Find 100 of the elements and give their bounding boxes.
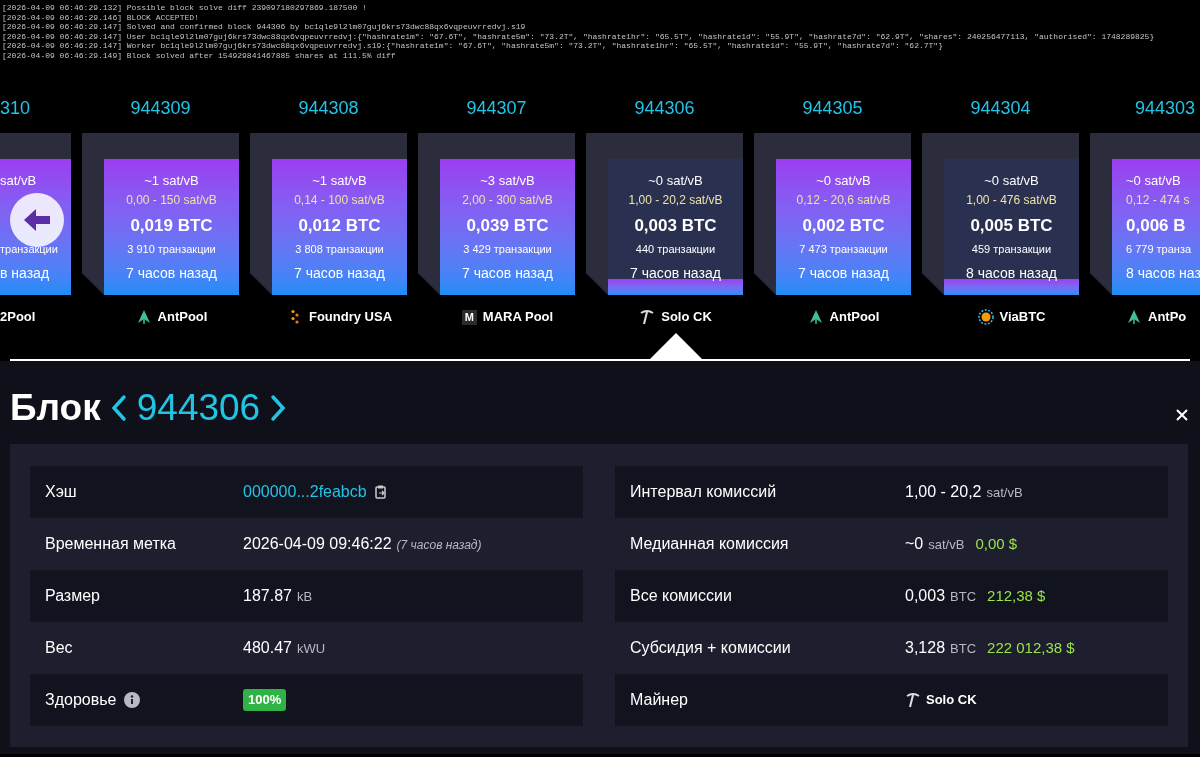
pool-name: Solo CK bbox=[661, 308, 712, 327]
fee-range: 0,12 - 20,6 sat/vB bbox=[796, 192, 891, 209]
transaction-count: 440 транзакции bbox=[635, 242, 716, 257]
block-height: 944303 bbox=[1134, 98, 1196, 118]
unit-label: sat/vB bbox=[928, 536, 965, 554]
field-label: Хэш bbox=[45, 482, 77, 502]
block-height: 944309 bbox=[130, 98, 191, 118]
block-reward: 0,039 BTC bbox=[466, 215, 549, 237]
block-face[interactable]: ~0 sat/vB 0,12 - 474 s 0,006 B 6 779 транза 8 часов наз bbox=[1112, 159, 1200, 295]
transaction-count: 3 429 транзакции bbox=[463, 242, 552, 257]
field-value: 0,003 bbox=[905, 586, 946, 606]
unit-label: BTC bbox=[950, 640, 977, 658]
block-reward: 0,019 BTC bbox=[130, 215, 213, 237]
field-value: 480.47 bbox=[243, 638, 292, 658]
fee-rate: ~0 sat/vB bbox=[984, 172, 1039, 190]
fee-range: 0,00 - 150 sat/vB bbox=[126, 192, 217, 209]
block-reward: 0,002 BTC bbox=[802, 215, 885, 237]
next-icon[interactable] bbox=[270, 393, 287, 422]
fee-range: 1,00 - 476 sat/vB bbox=[966, 192, 1057, 209]
block-age: в назад bbox=[0, 264, 50, 283]
field-value: 1,00 - 20,2 bbox=[905, 482, 982, 502]
block-age: 8 часов назад bbox=[966, 264, 1057, 283]
field-label: Медианная комиссия bbox=[630, 534, 789, 554]
fee-range: 0,12 - 474 s bbox=[1126, 192, 1190, 209]
unit-label: kWU bbox=[296, 640, 326, 658]
transaction-count: 6 779 транза bbox=[1126, 242, 1192, 257]
fee-rate: ~3 sat/vB bbox=[480, 172, 535, 190]
arrow-up-icon bbox=[807, 309, 824, 325]
block-reward: 0,003 BTC bbox=[634, 215, 717, 237]
unit-label: BTC bbox=[950, 588, 977, 606]
fee-rate: ~0 sat/vB bbox=[648, 172, 703, 190]
info-icon[interactable] bbox=[124, 692, 141, 708]
transaction-count: 3 910 транзакции bbox=[127, 242, 216, 257]
block-reward: 0,012 BTC bbox=[298, 215, 381, 237]
field-label: Все комиссии bbox=[630, 586, 732, 606]
field-label: Здоровье bbox=[45, 690, 117, 710]
fiat-value: 0,00 $ bbox=[975, 534, 1018, 554]
block-number: 944306 bbox=[136, 385, 261, 430]
block-age: 7 часов назад bbox=[630, 264, 721, 283]
log-line: [2026-04-09 06:46:29.147] Worker bc1qle9l2lm07guj6krs73dwc88qx6vqpeuvrredvj.s19:{"hashrate1m": "67.6T", "hashrate5m": "73.2T", "hashrate1hr": "65.5T", "hashrate1d": "55.9T", "hashrate7d": "62.7T"} bbox=[2, 41, 943, 51]
relative-time: (7 часов назад) bbox=[396, 537, 482, 554]
log-line: [2026-04-09 06:46:29.132] Possible block solve diff 239097180297869.187500 ! bbox=[2, 3, 367, 13]
pickaxe-icon bbox=[905, 692, 921, 708]
block-age: 7 часов назад bbox=[798, 264, 889, 283]
copy-icon[interactable] bbox=[374, 485, 387, 499]
block-reward: 0,006 B bbox=[1126, 215, 1186, 237]
block-face[interactable]: ~1 sat/vB 0,14 - 100 sat/vB 0,012 BTC 3 808 транзакции 7 часов назад bbox=[272, 159, 407, 295]
pool-name: AntPool bbox=[157, 308, 208, 327]
field-label: Временная метка bbox=[45, 534, 176, 554]
block-age: 7 часов назад bbox=[126, 264, 217, 283]
log-line: [2026-04-09 06:46:29.147] Solved and confirmed block 944306 by bc1qle9l2lm07guj6krs73dwc88qx6vqpeuvrredvj.s19 bbox=[2, 22, 526, 32]
hash-link[interactable]: 000000...2feabcb bbox=[243, 480, 367, 504]
field-label: Интервал комиссий bbox=[630, 482, 777, 502]
arrow-up-icon bbox=[135, 309, 152, 325]
pool-name: AntPool bbox=[829, 308, 880, 327]
block-age: 8 часов наз bbox=[1126, 264, 1200, 283]
pool-name: 2Pool bbox=[0, 308, 36, 327]
log-line: [2026-04-09 06:46:29.146] BLOCK ACCEPTED! bbox=[2, 12, 199, 23]
field-label: Размер bbox=[45, 586, 100, 606]
block-height: 944304 bbox=[970, 98, 1031, 118]
block-face[interactable]: ~0 sat/vB 1,00 - 476 sat/vB 0,005 BTC 459 транзакции 8 часов назад bbox=[944, 159, 1079, 295]
field-value: 3,128 bbox=[905, 638, 946, 658]
fee-range: 1,00 - 20,2 sat/vB bbox=[628, 192, 723, 209]
previous-icon[interactable] bbox=[110, 393, 127, 422]
block-face[interactable]: ~1 sat/vB 0,00 - 150 sat/vB 0,019 BTC 3 910 транзакции 7 часов назад bbox=[104, 159, 239, 295]
transaction-count: 459 транзакции bbox=[971, 242, 1052, 257]
transaction-count: транзакции bbox=[0, 242, 58, 257]
pickaxe-icon bbox=[639, 309, 656, 325]
miner-name: Solo CK bbox=[926, 691, 977, 710]
fee-range: 2,00 - 300 sat/vB bbox=[462, 192, 553, 209]
pool-name: Foundry USA bbox=[308, 308, 393, 327]
block-age: 7 часов назад bbox=[462, 264, 553, 283]
unit-label: kB bbox=[296, 588, 313, 606]
field-label: Субсидия + комиссии bbox=[630, 638, 791, 658]
pool-name: AntPo bbox=[1148, 308, 1187, 327]
arrow-left-icon bbox=[22, 207, 52, 233]
block-age: 7 часов назад bbox=[294, 264, 385, 283]
fiat-value: 212,38 $ bbox=[987, 586, 1046, 606]
block-height: 944308 bbox=[298, 98, 359, 118]
block-height: 944307 bbox=[466, 98, 527, 118]
unit-label: sat/vB bbox=[986, 484, 1023, 502]
transaction-count: 3 808 транзакции bbox=[295, 242, 384, 257]
health-badge: 100% bbox=[243, 689, 287, 711]
block-height: 944305 bbox=[802, 98, 863, 118]
field-value: ~0 bbox=[905, 534, 924, 554]
fee-rate: ~0 sat/vB bbox=[1126, 172, 1181, 190]
block-height: 944306 bbox=[634, 98, 695, 118]
block-face[interactable]: ~0 sat/vB 0,12 - 20,6 sat/vB 0,002 BTC 7 473 транзакции 7 часов назад bbox=[776, 159, 911, 295]
fee-rate: ~0 sat/vB bbox=[816, 172, 871, 190]
timestamp-value: 2026-04-09 09:46:22 bbox=[243, 534, 392, 554]
fee-rate: ~1 sat/vB bbox=[312, 172, 367, 190]
block-face[interactable]: ~0 sat/vB 1,00 - 20,2 sat/vB 0,003 BTC 440 транзакции 7 часов назад bbox=[608, 159, 743, 295]
close-icon[interactable] bbox=[1176, 408, 1188, 421]
block-face[interactable]: ~3 sat/vB 2,00 - 300 sat/vB 0,039 BTC 3 429 транзакции 7 часов назад bbox=[440, 159, 575, 295]
fee-rate: ~1 sat/vB bbox=[144, 172, 199, 190]
fee-range: 0,14 - 100 sat/vB bbox=[294, 192, 385, 209]
pool-name: ViaBTC bbox=[999, 308, 1046, 327]
logo-tile: M bbox=[461, 309, 477, 325]
field-value: 187.87 bbox=[243, 586, 292, 606]
fiat-value: 222 012,38 $ bbox=[987, 638, 1075, 658]
